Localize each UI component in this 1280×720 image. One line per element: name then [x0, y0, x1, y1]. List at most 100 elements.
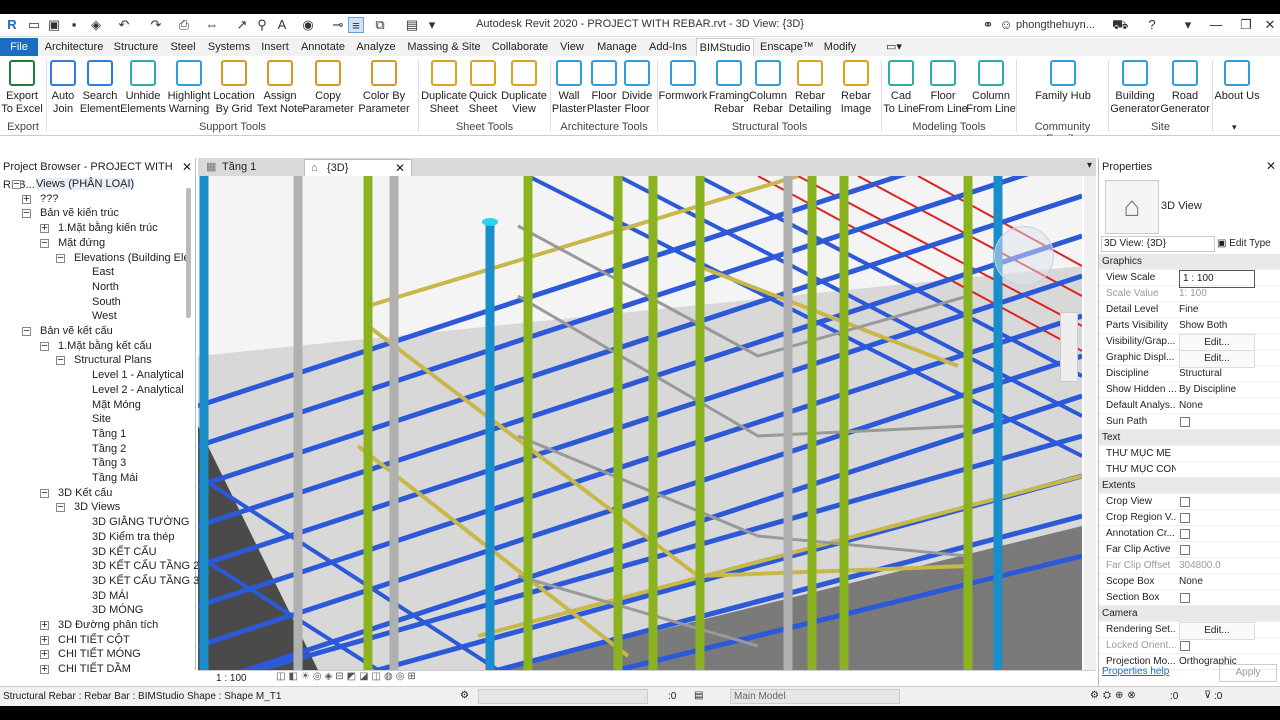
- design-options-icon[interactable]: ▤: [694, 690, 703, 701]
- collapse-icon[interactable]: −: [56, 355, 65, 366]
- property-value[interactable]: Show Both: [1179, 318, 1255, 334]
- tab-insert[interactable]: Insert: [260, 38, 290, 56]
- property-section[interactable]: Camera: [1099, 606, 1280, 622]
- properties-help-link[interactable]: Properties help: [1102, 666, 1169, 677]
- worksharing-icon[interactable]: ⚙: [460, 690, 469, 701]
- browser-item[interactable]: 3D KẾT CẤU TẦNG 2: [92, 560, 199, 572]
- collapse-icon[interactable]: −: [22, 208, 31, 219]
- browser-item[interactable]: CHI TIẾT MÓNG: [58, 648, 141, 660]
- browser-item[interactable]: Mặt Móng: [92, 399, 141, 411]
- help-icon[interactable]: ?: [1144, 17, 1160, 33]
- browser-item[interactable]: Level 1 - Analytical: [92, 369, 184, 381]
- browser-item[interactable]: Tầng 3: [92, 457, 126, 469]
- tab-steel[interactable]: Steel: [168, 38, 198, 56]
- browser-item[interactable]: South: [92, 296, 121, 308]
- selection-icons[interactable]: ⚙⛭⊕⊗: [1090, 690, 1140, 701]
- tab-modify[interactable]: Modify: [820, 38, 860, 56]
- browser-item[interactable]: 3D KẾT CẤU: [92, 546, 157, 558]
- browser-item[interactable]: 3D Kết cấu: [58, 487, 112, 499]
- user-icon[interactable]: ☺: [998, 17, 1014, 33]
- close-icon[interactable]: ✕: [182, 160, 192, 174]
- property-value[interactable]: 1: 100: [1179, 286, 1255, 302]
- view-scale[interactable]: 1 : 100: [216, 673, 247, 684]
- property-value[interactable]: None: [1179, 398, 1255, 414]
- property-checkbox[interactable]: [1180, 417, 1190, 427]
- workset-dropdown[interactable]: [478, 689, 648, 704]
- ribbon-button-25[interactable]: Road Generator: [1155, 60, 1215, 116]
- property-value[interactable]: None: [1179, 574, 1255, 590]
- browser-item[interactable]: CHI TIẾT CỘT: [58, 634, 130, 646]
- property-checkbox[interactable]: [1180, 529, 1190, 539]
- browser-item[interactable]: Tầng 2: [92, 443, 126, 455]
- close-tab-icon[interactable]: ✕: [395, 160, 405, 177]
- browser-item[interactable]: 1.Mặt bằng kiến trúc: [58, 222, 158, 234]
- collapse-icon[interactable]: −: [12, 179, 21, 190]
- ribbon-button-22[interactable]: Column From Line: [961, 60, 1021, 116]
- browser-item[interactable]: 3D MÓNG: [92, 604, 143, 616]
- tab-list-icon[interactable]: ▾: [1087, 160, 1092, 171]
- browser-item[interactable]: East: [92, 266, 114, 278]
- user-name[interactable]: phongthehuyn...: [1016, 19, 1095, 31]
- expand-icon[interactable]: +: [22, 193, 31, 204]
- tab-manage[interactable]: Manage: [594, 38, 640, 56]
- help-dropdown-icon[interactable]: ▾: [1180, 17, 1196, 33]
- edit-type-button[interactable]: ▣ Edit Type: [1217, 236, 1271, 252]
- type-name[interactable]: 3D View: [1161, 200, 1202, 212]
- tab-structure[interactable]: Structure: [112, 38, 160, 56]
- property-value[interactable]: By Discipline: [1179, 382, 1255, 398]
- property-checkbox[interactable]: [1180, 545, 1190, 555]
- ribbon-options-icon[interactable]: ▭▾: [880, 38, 908, 56]
- browser-item[interactable]: 3D KẾT CẤU TẦNG 3: [92, 575, 199, 587]
- tab-massing-site[interactable]: Massing & Site: [404, 38, 484, 56]
- restore-icon[interactable]: ❐: [1238, 17, 1254, 33]
- tab-analyze[interactable]: Analyze: [356, 38, 396, 56]
- tab-3d[interactable]: ⌂ {3D} ✕: [304, 159, 412, 176]
- property-value[interactable]: Fine: [1179, 302, 1255, 318]
- tab-collaborate[interactable]: Collaborate: [490, 38, 550, 56]
- ribbon-button-26[interactable]: About Us: [1207, 60, 1267, 103]
- browser-item[interactable]: ???: [40, 193, 58, 205]
- expand-icon[interactable]: +: [40, 223, 49, 234]
- property-checkbox[interactable]: [1180, 593, 1190, 603]
- browser-item[interactable]: West: [92, 310, 117, 322]
- collapse-icon[interactable]: −: [22, 326, 31, 337]
- 3d-canvas[interactable]: [198, 176, 1082, 670]
- property-value[interactable]: 304800.0: [1179, 558, 1255, 574]
- browser-item[interactable]: Structural Plans: [74, 354, 152, 366]
- browser-item[interactable]: 3D GIẰNG TƯỜNG: [92, 516, 189, 528]
- property-value[interactable]: Structural: [1179, 366, 1255, 382]
- scrollbar[interactable]: [1084, 176, 1096, 670]
- tab-view[interactable]: View: [558, 38, 586, 56]
- close-icon[interactable]: ✕: [1266, 159, 1276, 173]
- browser-item[interactable]: 3D Đường phân tích: [58, 619, 158, 631]
- ribbon-button-7[interactable]: Copy Parameter: [298, 60, 358, 116]
- property-section[interactable]: Extents: [1099, 478, 1280, 494]
- scrollbar[interactable]: [186, 188, 191, 318]
- browser-item[interactable]: Site: [92, 413, 111, 425]
- expand-icon[interactable]: +: [40, 620, 49, 631]
- browser-item[interactable]: 1.Mặt bằng kết cấu: [58, 340, 152, 352]
- collapse-icon[interactable]: −: [40, 340, 49, 351]
- search-binoculars-icon[interactable]: ⚭: [980, 17, 996, 33]
- property-section[interactable]: Text: [1099, 430, 1280, 446]
- property-checkbox[interactable]: [1180, 641, 1190, 651]
- cart-icon[interactable]: ⛟: [1112, 17, 1128, 33]
- browser-item[interactable]: Bản vẽ kết cấu: [40, 325, 113, 337]
- browser-item[interactable]: 3D Kiểm tra thép: [92, 531, 175, 543]
- browser-item[interactable]: North: [92, 281, 119, 293]
- tab-systems[interactable]: Systems: [206, 38, 252, 56]
- minimize-icon[interactable]: —: [1208, 17, 1224, 33]
- collapse-icon[interactable]: −: [56, 252, 65, 263]
- close-icon[interactable]: ✕: [1262, 17, 1278, 33]
- tab-bimstudio[interactable]: BIMStudio: [696, 38, 754, 56]
- tab-file[interactable]: File: [0, 38, 38, 56]
- browser-item[interactable]: Tầng 1: [92, 428, 126, 440]
- collapse-icon[interactable]: −: [40, 237, 49, 248]
- ribbon-expand-icon[interactable]: ▾: [1232, 122, 1237, 133]
- view-control-icons[interactable]: ◫◧☀◎◈⊟◩◪◫◍◎⊞: [276, 671, 419, 682]
- ribbon-button-8[interactable]: Color By Parameter: [354, 60, 414, 116]
- navigation-bar[interactable]: [1060, 312, 1078, 382]
- viewcube[interactable]: [994, 226, 1054, 286]
- browser-item[interactable]: 3D Views: [74, 501, 120, 513]
- design-option-dropdown[interactable]: Main Model: [730, 689, 900, 704]
